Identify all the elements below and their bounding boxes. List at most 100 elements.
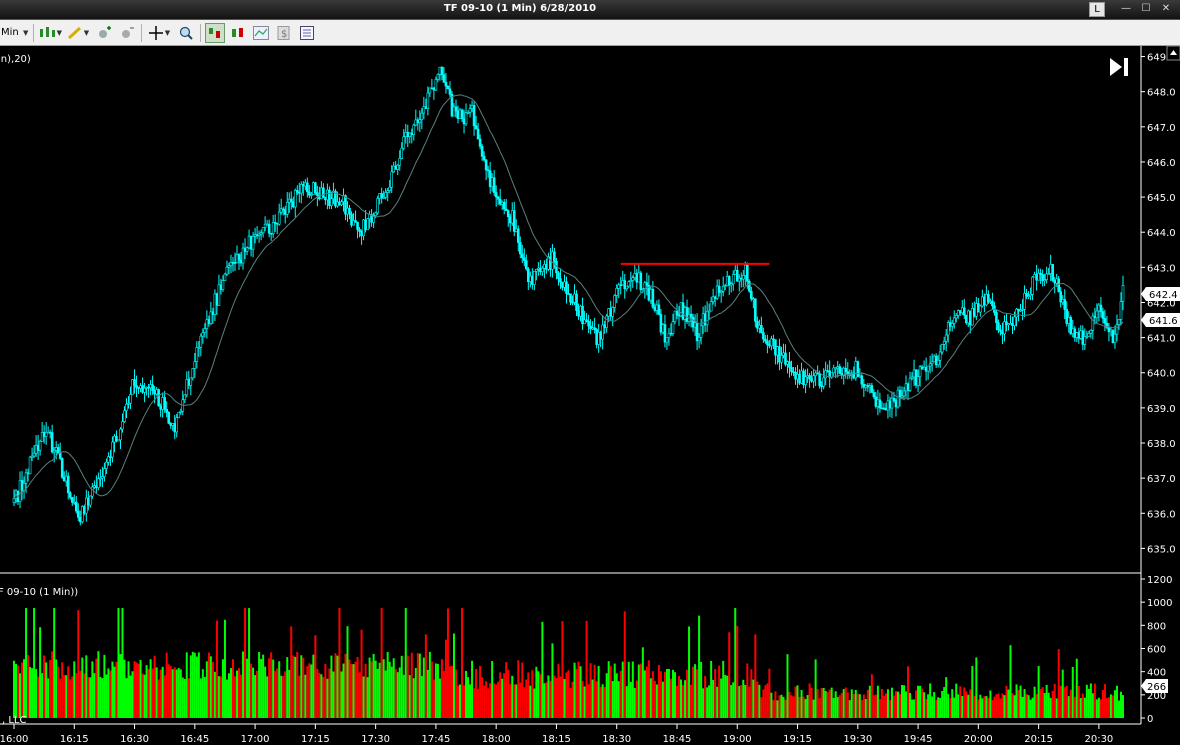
volume-bar xyxy=(386,652,389,718)
volume-bar xyxy=(535,666,538,718)
volume-bar xyxy=(330,655,333,718)
volume-bar xyxy=(519,682,522,718)
candle-body xyxy=(42,432,46,437)
volume-tick-label: 600 xyxy=(1147,645,1166,656)
volume-bar xyxy=(977,699,980,718)
bar-type-button[interactable]: ▼ xyxy=(38,23,62,43)
candle-body xyxy=(207,319,211,324)
candle-body xyxy=(1057,278,1061,292)
candle-body xyxy=(78,517,82,523)
candle-body xyxy=(1097,304,1101,312)
line-chart-button[interactable] xyxy=(251,23,271,43)
volume-bar xyxy=(623,611,626,718)
candle-body xyxy=(1023,293,1026,310)
volume-bar xyxy=(469,684,472,718)
candle-body xyxy=(565,281,568,294)
candle-body xyxy=(711,296,715,302)
candle-body xyxy=(936,359,940,366)
minimize-button[interactable]: — xyxy=(1117,2,1135,17)
candle-body xyxy=(645,282,649,286)
window-titlebar: TF 09-10 (1 Min) 6/28/2010 L — ☐ ✕ xyxy=(0,0,1180,20)
volume-bar xyxy=(909,692,912,718)
candle-body xyxy=(808,375,811,380)
dollar-button[interactable]: $ xyxy=(274,23,294,43)
candle-body xyxy=(484,159,488,171)
volume-bar xyxy=(730,685,733,718)
volume-bar xyxy=(828,689,831,718)
candle-body xyxy=(914,369,918,386)
crosshair-button[interactable]: ▼ xyxy=(146,23,172,43)
candle-body xyxy=(683,307,687,320)
candle-body xyxy=(595,329,598,345)
candle-body xyxy=(456,110,460,119)
volume-bar xyxy=(838,695,841,718)
volume-bar xyxy=(798,696,801,718)
volume-bar xyxy=(87,677,90,718)
volume-bar xyxy=(959,686,962,718)
volume-bar xyxy=(617,681,620,718)
time-tick-label: 18:45 xyxy=(663,734,692,745)
candle-body xyxy=(155,389,158,395)
candle-body xyxy=(135,385,138,388)
remove-indicator-button[interactable] xyxy=(118,23,138,43)
close-button[interactable]: ✕ xyxy=(1157,2,1175,17)
candle-body xyxy=(251,236,255,250)
candle-body xyxy=(954,315,958,319)
volume-bar xyxy=(983,696,986,718)
candle-body xyxy=(310,194,313,196)
candle-body xyxy=(382,197,385,199)
zoom-button[interactable] xyxy=(176,23,196,43)
candle-body xyxy=(607,308,610,317)
window-title: TF 09-10 (1 Min) 6/28/2010 xyxy=(443,3,597,14)
candle-body xyxy=(1107,327,1111,333)
volume-bar xyxy=(949,698,952,718)
volume-bar xyxy=(262,654,265,718)
add-indicator-button[interactable] xyxy=(95,23,115,43)
chart-area[interactable]: in),20) F 09-10 (1 Min)) , LLC 635.0636.… xyxy=(0,46,1180,745)
volume-bar xyxy=(93,673,96,718)
candle-body xyxy=(171,423,175,426)
volume-bar xyxy=(597,665,600,718)
volume-bar xyxy=(684,680,687,718)
volume-bar xyxy=(665,668,668,718)
volume-bar xyxy=(290,626,293,718)
candle-body xyxy=(876,399,880,407)
properties-button[interactable] xyxy=(297,23,317,43)
candle-body xyxy=(213,293,217,315)
candle-body xyxy=(153,390,156,395)
volume-bar xyxy=(746,663,749,718)
candle-body xyxy=(362,219,365,237)
layout-button[interactable]: L xyxy=(1089,2,1105,17)
candle-body xyxy=(995,312,998,324)
candle-body xyxy=(163,397,166,410)
volume-bar xyxy=(583,686,586,718)
candle-body xyxy=(348,207,351,215)
volume-bar xyxy=(1091,693,1094,718)
volume-bar xyxy=(394,668,397,718)
candle-body xyxy=(979,305,982,313)
volume-bar xyxy=(1075,658,1078,718)
candlestick-button[interactable] xyxy=(228,23,248,43)
volume-bar xyxy=(489,683,492,718)
maximize-button[interactable]: ☐ xyxy=(1137,2,1155,17)
interval-select[interactable]: Min ▼ xyxy=(0,25,30,41)
volume-bar xyxy=(352,664,355,718)
time-tick-label: 18:30 xyxy=(602,734,631,745)
volume-bar xyxy=(613,663,616,718)
chart-trader-button[interactable] xyxy=(205,23,225,43)
volume-bar xyxy=(77,610,80,718)
scroll-top-button[interactable] xyxy=(1166,46,1180,61)
candle-body xyxy=(183,394,187,401)
candle-body xyxy=(860,375,864,385)
last-price-label: 642.4 xyxy=(1149,290,1178,301)
volume-bar xyxy=(744,684,747,718)
candle-body xyxy=(731,274,735,285)
candle-body xyxy=(866,385,870,388)
candle-body xyxy=(474,125,478,130)
price-tick-label: 636.0 xyxy=(1147,509,1176,520)
volume-bar xyxy=(955,683,958,718)
volume-bar xyxy=(911,699,914,718)
end-bar-icon xyxy=(1124,58,1128,76)
candle-body xyxy=(739,277,743,280)
draw-pencil-button[interactable]: ▼ xyxy=(66,23,90,43)
